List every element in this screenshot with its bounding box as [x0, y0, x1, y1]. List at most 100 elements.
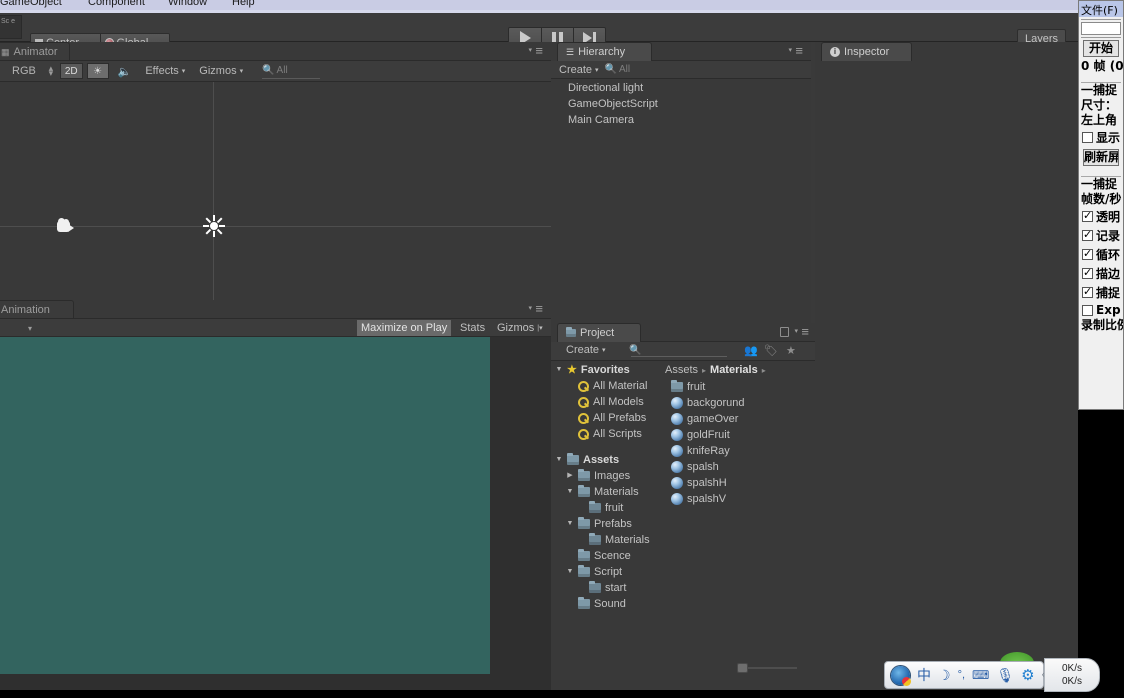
menu-item-gameobject[interactable]: GameObject — [0, 0, 62, 8]
ime-mode-label[interactable]: 中 — [917, 668, 931, 682]
capture-option-checkbox[interactable]: 透明 — [1079, 207, 1123, 226]
asset-item[interactable]: goldFruit — [662, 427, 815, 443]
avatar-filter-icon[interactable]: 👥 — [744, 344, 758, 357]
tab-inspector[interactable]: i Inspector — [821, 42, 912, 61]
asset-item-label: spalshH — [687, 477, 727, 489]
asset-item[interactable]: backgorund — [662, 395, 815, 411]
punctuation-icon[interactable]: °, — [958, 669, 965, 681]
keyboard-icon[interactable]: ⌨ — [972, 669, 989, 681]
game-viewport[interactable] — [0, 337, 490, 674]
asset-item[interactable]: spalshH — [662, 475, 815, 491]
tree-row[interactable]: ▶ Images — [551, 468, 662, 484]
asset-item[interactable]: gameOver — [662, 411, 815, 427]
tree-row-label: fruit — [605, 502, 624, 514]
breadcrumb-materials[interactable]: Materials — [710, 362, 758, 379]
checkbox-box — [1082, 228, 1093, 241]
capture-window-title[interactable]: 文件(F) — [1079, 1, 1123, 17]
tree-row[interactable]: ▶Sound — [551, 596, 662, 612]
game-aspect-dropdown[interactable]: ▾ — [28, 324, 32, 333]
tab-project[interactable]: Project — [557, 323, 641, 342]
hierarchy-create-button[interactable]: Create ▾ — [559, 64, 599, 76]
scene-draw-mode-chevron-icon[interactable]: ▴ ▾ — [46, 64, 56, 78]
capture-refresh-button[interactable]: 刷新屏 — [1083, 149, 1119, 166]
project-search-input[interactable] — [631, 344, 727, 357]
label-filter-icon[interactable]: 🏷 — [764, 344, 778, 357]
capture-option-checkbox[interactable]: 捕捉 — [1079, 283, 1123, 302]
stats-button[interactable]: Stats — [456, 320, 489, 336]
asset-item[interactable]: spalsh — [662, 459, 815, 475]
game-panel-menu-icon[interactable] — [527, 301, 543, 316]
capture-option-checkbox[interactable]: 循环 — [1079, 245, 1123, 264]
toolbar-transform-tools[interactable]: Sc e — [0, 15, 22, 39]
tab-animation[interactable]: Animation — [0, 300, 74, 319]
asset-item-label: backgorund — [687, 397, 745, 409]
asset-item[interactable]: fruit — [662, 379, 815, 395]
capture-start-button[interactable]: 开始 — [1083, 40, 1119, 57]
chevron-right-icon[interactable]: ▶ — [566, 468, 574, 484]
tree-row[interactable]: ▶fruit — [551, 500, 662, 516]
tree-row[interactable]: ▼ ★ Favorites — [551, 362, 662, 378]
asset-item[interactable]: spalshV — [662, 491, 815, 507]
capture-path-field[interactable] — [1081, 22, 1121, 35]
tree-row-label: Script — [594, 566, 623, 578]
chevron-down-icon[interactable]: ▼ — [566, 484, 574, 500]
tree-row[interactable]: ▶Materials — [551, 532, 662, 548]
scene-axis-vertical — [213, 82, 214, 300]
favorite-filter-icon[interactable]: ★ — [786, 344, 796, 357]
tree-row[interactable]: ▶All Material — [551, 378, 662, 394]
chevron-down-icon[interactable]: ▼ — [566, 564, 574, 580]
moon-icon[interactable]: ☽ — [938, 668, 951, 682]
desktop-background-right — [1078, 410, 1124, 698]
camera-gizmo-icon[interactable] — [55, 218, 79, 236]
chevron-down-icon[interactable]: ▼ — [555, 452, 563, 468]
directional-light-gizmo-icon[interactable] — [203, 215, 225, 237]
tree-row[interactable]: ▼ Prefabs — [551, 516, 662, 532]
scene-effects-dropdown[interactable]: Effects ▾ — [140, 63, 190, 80]
tree-row[interactable]: ▶All Models — [551, 394, 662, 410]
capture-option-checkbox[interactable]: Exp — [1079, 302, 1123, 318]
hierarchy-item-directional-light[interactable]: Directional light — [551, 80, 811, 96]
scene-draw-mode-dropdown[interactable]: RGB — [6, 65, 42, 77]
scene-gizmos-dropdown[interactable]: Gizmos ▾ — [194, 63, 248, 80]
tree-row[interactable]: ▼ Assets — [551, 452, 662, 468]
hierarchy-search-input[interactable]: 🔍 All — [605, 64, 631, 75]
breadcrumb-assets[interactable]: Assets — [665, 362, 698, 379]
network-speed-widget[interactable]: 0K/s 0K/s — [1044, 658, 1100, 692]
project-panel-menu-icon[interactable] — [793, 324, 809, 339]
tree-row[interactable]: ▼ Materials — [551, 484, 662, 500]
capture-show-checkbox[interactable]: 显示 — [1079, 128, 1123, 147]
scene-2d-toggle[interactable]: 2D — [59, 63, 83, 79]
gear-icon[interactable]: ⚙ — [1021, 666, 1034, 684]
menu-item-component[interactable]: Component — [88, 0, 145, 8]
tree-row[interactable]: ▶All Scripts — [551, 426, 662, 442]
capture-option-checkbox[interactable]: 记录 — [1079, 226, 1123, 245]
tree-row[interactable]: ▶All Prefabs — [551, 410, 662, 426]
lock-icon[interactable] — [780, 327, 789, 337]
chevron-down-icon[interactable]: ▼ — [555, 362, 563, 378]
asset-item[interactable]: knifeRay — [662, 443, 815, 459]
hierarchy-item-gameobjectscript[interactable]: GameObjectScript — [551, 96, 811, 112]
tree-row[interactable]: ▶start — [551, 580, 662, 596]
scene-search-input[interactable]: 🔍 All — [262, 64, 321, 79]
scene-viewport[interactable] — [0, 82, 551, 300]
game-gizmos-dropdown[interactable]: Gizmos |▾ — [493, 320, 547, 336]
audio-icon[interactable]: 🔈 — [113, 63, 137, 80]
hierarchy-panel-menu-icon[interactable] — [787, 43, 803, 58]
project-thumbnail-size-slider[interactable] — [737, 663, 797, 673]
microphone-icon[interactable]: 🎙 — [996, 668, 1014, 682]
sogou-logo-icon[interactable] — [891, 665, 911, 686]
tab-animator[interactable]: ▦ Animator — [0, 42, 70, 61]
maximize-on-play-button[interactable]: Maximize on Play — [357, 320, 452, 336]
project-create-button[interactable]: Create ▾ — [566, 344, 606, 356]
tree-row[interactable]: ▶Scence — [551, 548, 662, 564]
lighting-icon[interactable]: ☀ — [86, 63, 109, 79]
capture-option-checkbox[interactable]: 描边 — [1079, 264, 1123, 283]
tree-row[interactable]: ▼ Script — [551, 564, 662, 580]
menu-item-help[interactable]: Help — [232, 0, 255, 8]
chevron-down-icon[interactable]: ▼ — [566, 516, 574, 532]
capture-frame-status: 0 帧 (0 — [1081, 59, 1123, 73]
menu-item-window[interactable]: Window — [168, 0, 207, 8]
tab-hierarchy[interactable]: ☰ Hierarchy — [557, 42, 652, 61]
hierarchy-item-main-camera[interactable]: Main Camera — [551, 112, 811, 128]
scene-panel-menu-icon[interactable] — [527, 43, 543, 58]
